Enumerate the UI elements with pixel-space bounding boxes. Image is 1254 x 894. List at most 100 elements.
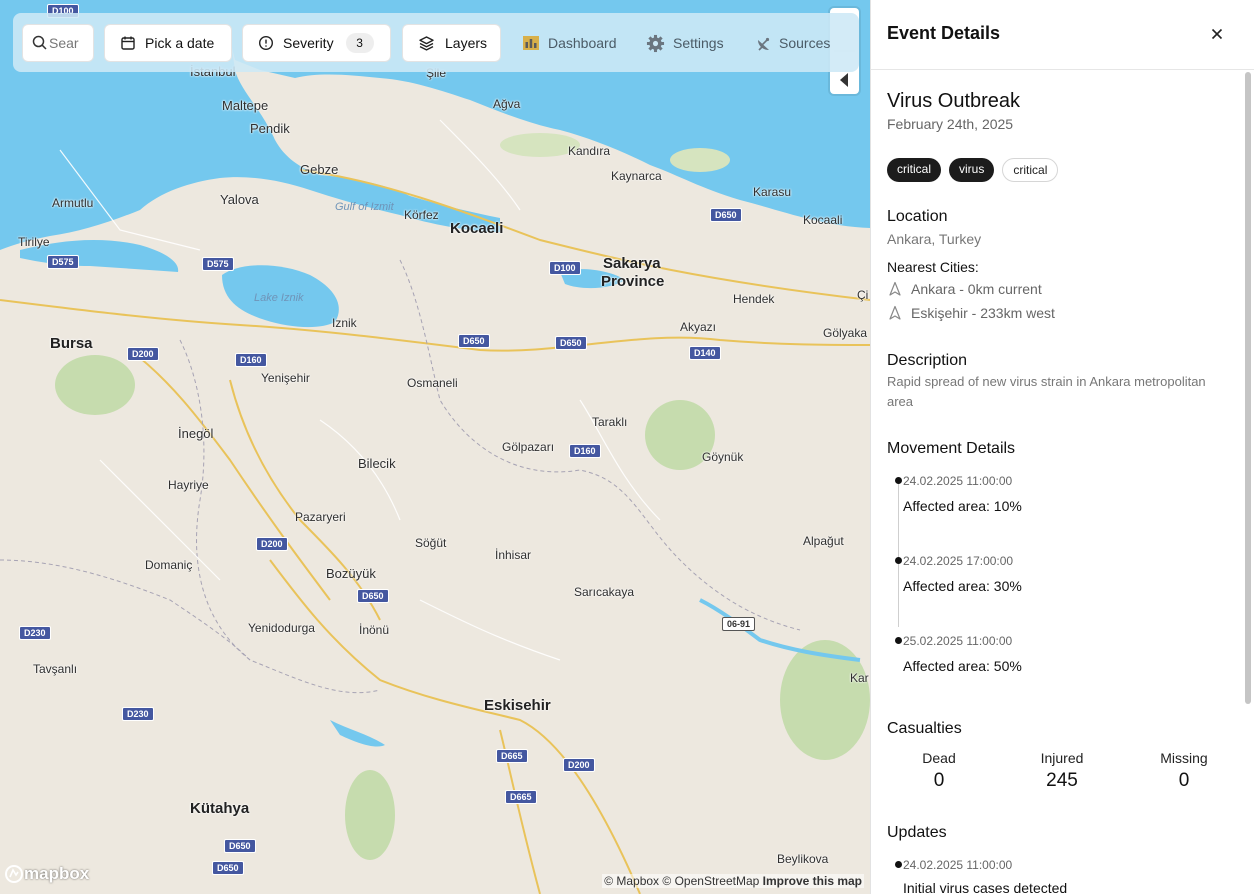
timeline-text: Affected area: 30%	[903, 578, 1022, 594]
place-label: Hayriye	[168, 478, 209, 492]
top-toolbar: Pick a date Severity 3 Layers	[13, 13, 859, 72]
place-label: Gebze	[300, 162, 339, 177]
event-details-panel: Event Details Virus Outbreak February 24…	[870, 0, 1254, 894]
nearest-city-item: Ankara - 0km current	[887, 281, 1042, 297]
place-label: Kandıra	[568, 144, 611, 158]
timeline-time: 24.02.2025 11:00:00	[903, 858, 1013, 872]
event-title: Virus Outbreak	[887, 90, 1021, 112]
description-text: Rapid spread of new virus strain in Anka…	[887, 374, 1206, 409]
nearest-city-label: Eskişehir - 233km west	[911, 305, 1055, 321]
road-shield: D665	[496, 749, 528, 763]
map-base-layer	[0, 0, 870, 894]
place-label: Söğüt	[415, 536, 447, 550]
improve-map-link[interactable]: Improve this map	[763, 874, 862, 888]
place-label: Sarıcakaya	[574, 585, 635, 599]
place-label: Ağva	[493, 97, 521, 111]
place-label: Kocaali	[803, 213, 843, 227]
severity-filter-button[interactable]: Severity 3	[242, 24, 391, 62]
layers-label: Layers	[445, 35, 488, 51]
close-icon[interactable]	[1207, 24, 1227, 44]
mapbox-logo[interactable]: mapbox	[4, 864, 89, 884]
timeline-dot	[895, 477, 902, 484]
road-shield: D650	[357, 589, 389, 603]
road-shield: D200	[563, 758, 595, 772]
road-shield: D140	[689, 346, 721, 360]
nearest-city-label: Ankara - 0km current	[911, 281, 1042, 297]
casualty-label: Missing	[1160, 750, 1208, 766]
updates-heading: Updates	[887, 824, 947, 841]
settings-label: Settings	[673, 35, 724, 51]
casualty-injured: Injured 245	[1012, 750, 1112, 792]
tag-badge: virus	[949, 158, 995, 182]
casualty-label: Dead	[922, 750, 956, 766]
road-shield: D650	[458, 334, 490, 348]
casualty-label: Injured	[1040, 750, 1084, 766]
panel-title: Event Details	[887, 23, 1001, 43]
place-label: Kar	[850, 671, 869, 685]
road-shield: D650	[710, 208, 742, 222]
dashboard-label: Dashboard	[548, 35, 617, 51]
gear-icon	[646, 34, 665, 52]
calendar-icon	[121, 36, 135, 50]
place-label: Bozüyük	[326, 566, 376, 581]
place-label: Kocaeli	[450, 220, 504, 237]
road-shield: D230	[122, 707, 154, 721]
road-shield: D650	[224, 839, 256, 853]
dashboard-link[interactable]: Dashboard	[522, 24, 617, 62]
place-label: İnegöl	[178, 426, 214, 441]
attribution-mapbox-link[interactable]: © Mapbox	[604, 874, 659, 888]
place-label: Yalova	[220, 192, 259, 207]
tag-badge: critical	[887, 158, 942, 182]
layers-button[interactable]: Layers	[402, 24, 501, 62]
place-label: Domaniç	[145, 558, 193, 572]
place-label: Province	[601, 273, 665, 290]
sources-link[interactable]: Sources	[755, 24, 830, 62]
map-attribution: © Mapbox © OpenStreetMap Improve this ma…	[602, 874, 864, 888]
panel-content[interactable]: Virus Outbreak February 24th, 2025 criti…	[871, 70, 1254, 894]
severity-label: Severity	[283, 35, 334, 51]
road-shield: 06-91	[722, 617, 756, 631]
timeline-text: Affected area: 10%	[903, 498, 1022, 514]
date-picker-button[interactable]: Pick a date	[104, 24, 232, 62]
place-label: Armutlu	[52, 196, 94, 210]
event-tags: critical virus critical	[887, 158, 1059, 182]
timeline-text: Affected area: 50%	[903, 658, 1022, 674]
place-label: Eskisehir	[484, 697, 551, 714]
road-shield: D665	[505, 790, 537, 804]
place-label: Osmaneli	[407, 376, 458, 390]
road-shield: D160	[569, 444, 601, 458]
attribution-osm-link[interactable]: © OpenStreetMap	[662, 874, 759, 888]
road-shield: D200	[127, 347, 159, 361]
mapbox-logo-icon	[5, 865, 23, 883]
casualty-value: 0	[933, 770, 945, 791]
layers-icon	[419, 35, 434, 51]
place-label: Karasu	[753, 185, 792, 199]
road-shield: D230	[19, 626, 51, 640]
place-label: Hendek	[733, 292, 775, 306]
place-label: Çi	[857, 288, 869, 302]
chart-bar-icon	[523, 36, 539, 50]
place-label: Yenidodurga	[248, 621, 315, 635]
road-shield: D650	[555, 336, 587, 350]
timeline-time: 25.02.2025 11:00:00	[903, 634, 1013, 648]
movement-heading: Movement Details	[887, 440, 1016, 457]
place-label: Kaynarca	[611, 169, 662, 183]
search-input[interactable]	[49, 35, 79, 51]
place-label: Gölpazarı	[502, 440, 555, 454]
map-canvas[interactable]: Maltepe Pendik Gebze Yalova Armutlu Tiri…	[0, 0, 870, 894]
severity-count-badge: 3	[345, 33, 374, 53]
mapbox-logo-text: mapbox	[24, 864, 90, 883]
settings-link[interactable]: Settings	[646, 24, 724, 62]
event-date: February 24th, 2025	[887, 116, 1014, 132]
place-label: Kütahya	[190, 800, 250, 817]
place-label: Körfez	[404, 208, 439, 222]
place-label: Maltepe	[222, 98, 269, 113]
search-box[interactable]	[22, 24, 94, 62]
timeline-time: 24.02.2025 11:00:00	[903, 474, 1013, 488]
place-label: Tavşanlı	[33, 662, 78, 676]
panel-header: Event Details	[871, 0, 1254, 70]
timeline-time: 24.02.2025 17:00:00	[903, 554, 1014, 568]
road-shield: D575	[47, 255, 79, 269]
description-heading: Description	[887, 352, 968, 369]
place-label: Tirilye	[18, 235, 50, 249]
